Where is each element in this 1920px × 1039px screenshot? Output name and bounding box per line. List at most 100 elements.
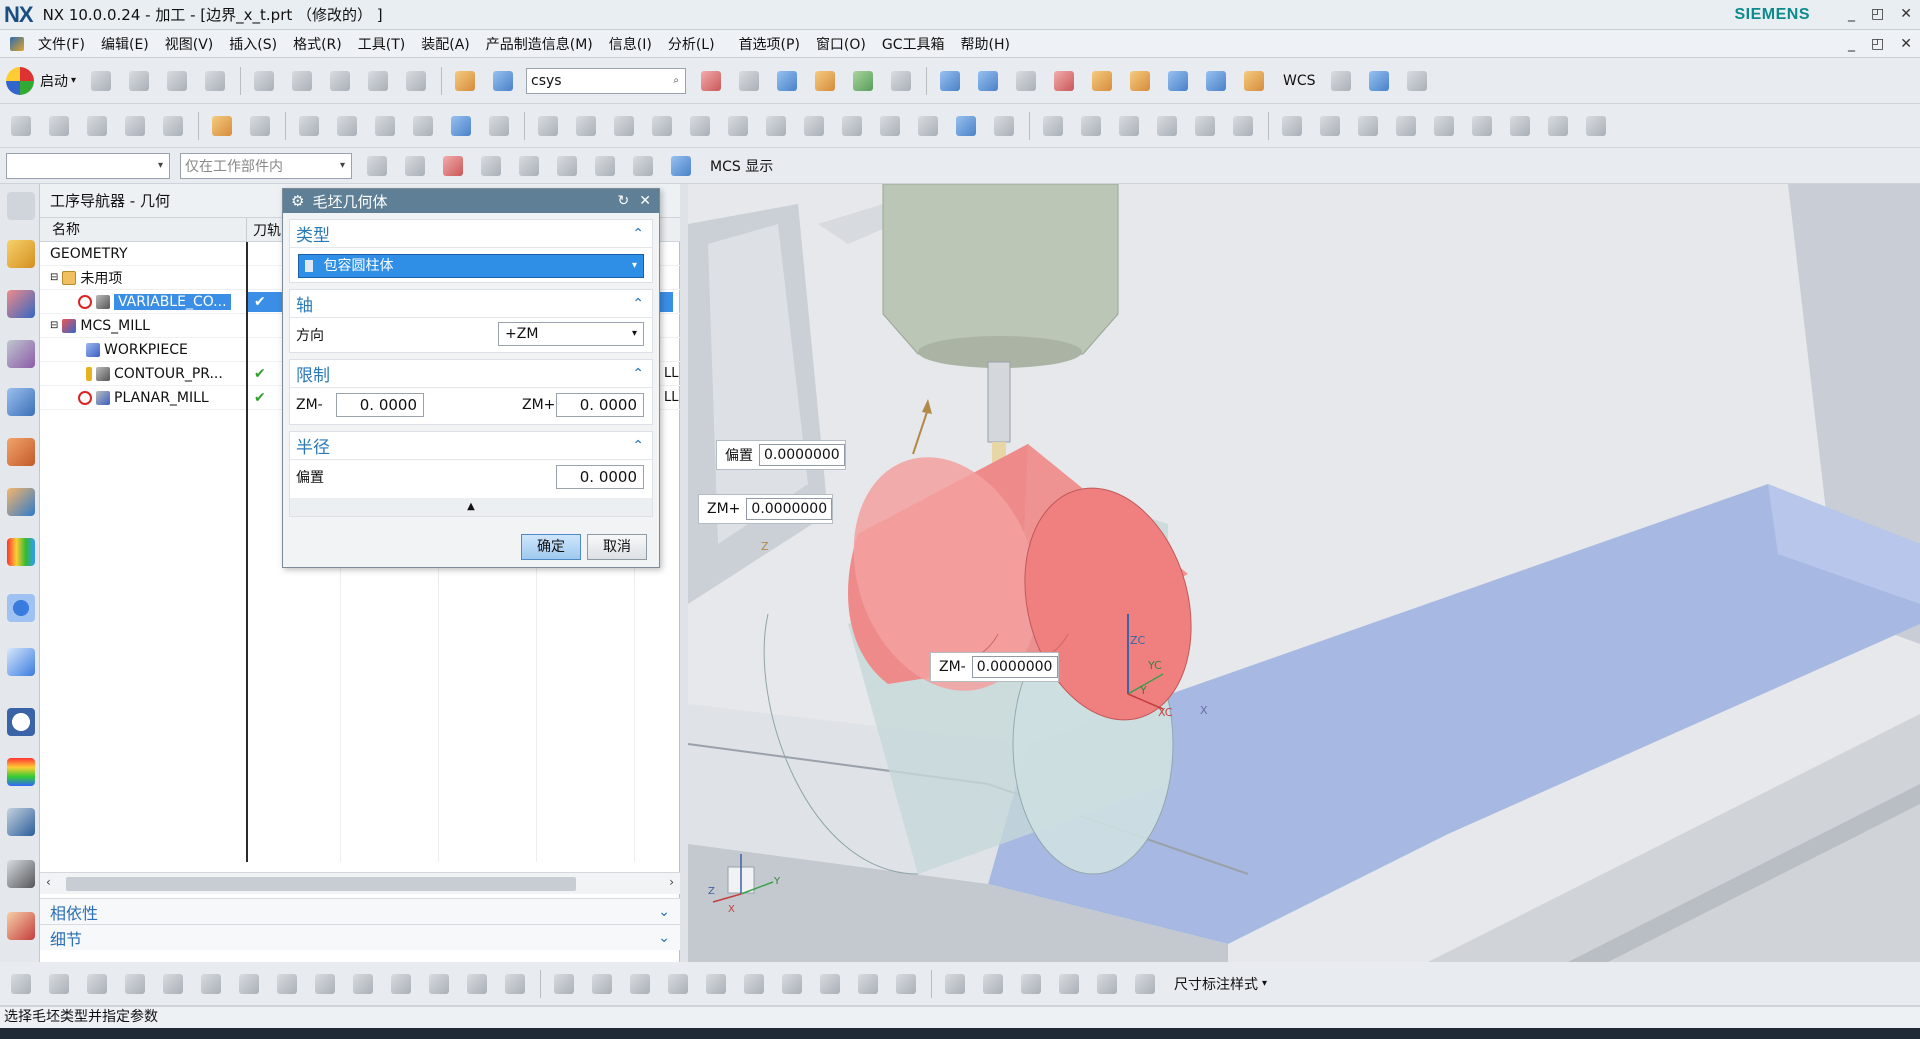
render-style-icon[interactable] — [734, 66, 764, 96]
link-icon[interactable] — [462, 969, 492, 999]
background-icon[interactable] — [886, 66, 916, 96]
object-display-icon[interactable] — [1228, 111, 1258, 141]
system-materials-icon[interactable] — [7, 912, 35, 940]
offset-input[interactable]: 0. 0000 — [556, 465, 644, 489]
part-icon[interactable] — [628, 151, 658, 181]
start-button[interactable]: 启动 ▾ — [6, 66, 76, 95]
ok-button[interactable]: 确定 — [521, 534, 581, 560]
zm-plus-input[interactable]: 0. 0000 — [556, 393, 644, 417]
type-section-header[interactable]: 类型 ⌃ — [290, 220, 652, 248]
mirror-icon[interactable] — [196, 969, 226, 999]
menu-window[interactable]: 窗口(O) — [808, 34, 874, 54]
menu-gc-toolbox[interactable]: GC工具箱 — [874, 34, 953, 54]
feeds-icon[interactable] — [1277, 111, 1307, 141]
pmi-view-4-icon[interactable] — [1054, 969, 1084, 999]
snap-icon[interactable] — [1087, 66, 1117, 96]
object-info-icon[interactable] — [1326, 66, 1356, 96]
pmi-gdt-icon[interactable] — [663, 969, 693, 999]
collapse-icon[interactable]: ⊟ — [50, 320, 58, 331]
object-copy-icon[interactable] — [1114, 111, 1144, 141]
palette-icon[interactable] — [207, 111, 237, 141]
pmi-weld-icon[interactable] — [739, 969, 769, 999]
copy-icon[interactable] — [287, 66, 317, 96]
generate-toolpath-icon[interactable] — [685, 111, 715, 141]
gear-icon[interactable] — [7, 192, 35, 220]
column-header-name[interactable]: 名称 — [40, 217, 247, 242]
fit-view-icon[interactable] — [696, 66, 726, 96]
pmi-datum-icon[interactable] — [625, 969, 655, 999]
fastener-icon[interactable] — [6, 969, 36, 999]
annotation-icon[interactable] — [332, 111, 362, 141]
measure-icon[interactable] — [1125, 66, 1155, 96]
minimize-button[interactable]: _ — [1848, 6, 1855, 22]
fit-tolerance-icon[interactable] — [1130, 969, 1160, 999]
quick-pick-icon[interactable] — [476, 151, 506, 181]
menu-info[interactable]: 信息(I) — [601, 34, 660, 54]
clock-icon[interactable] — [7, 708, 35, 736]
cylinder-icon[interactable] — [408, 111, 438, 141]
pmi-font-icon[interactable] — [891, 969, 921, 999]
pmi-balloon-icon[interactable] — [853, 969, 883, 999]
object-delete-icon[interactable] — [1152, 111, 1182, 141]
menu-insert[interactable]: 插入(S) — [221, 34, 285, 54]
axis-section-header[interactable]: 轴 ⌃ — [290, 290, 652, 318]
rotate-icon[interactable] — [1505, 111, 1535, 141]
pmi-view-2-icon[interactable] — [978, 969, 1008, 999]
palette-navigator-icon[interactable] — [7, 538, 35, 566]
tool-holder-icon[interactable] — [245, 111, 275, 141]
information-icon[interactable] — [1364, 66, 1394, 96]
postprocess-icon[interactable] — [837, 111, 867, 141]
wave-icon[interactable] — [424, 969, 454, 999]
menu-tools[interactable]: 工具(T) — [350, 34, 413, 54]
pmi-dimension-icon[interactable] — [549, 969, 579, 999]
pmi-view-3-icon[interactable] — [1016, 969, 1046, 999]
menu-help[interactable]: 帮助(H) — [953, 34, 1018, 54]
paste-icon[interactable] — [325, 66, 355, 96]
column-header-toolpath[interactable]: 刀轨 — [247, 220, 281, 240]
machine-tool-view-icon[interactable] — [571, 111, 601, 141]
robot-icon[interactable] — [7, 860, 35, 888]
constraint-navigator-icon[interactable] — [7, 290, 35, 318]
offset-screen-input[interactable]: 偏置 0.0000000 — [716, 440, 846, 470]
close-button[interactable]: ✕ — [1900, 6, 1912, 22]
save-icon[interactable] — [162, 66, 192, 96]
display-icon[interactable] — [1467, 111, 1497, 141]
doc-close-button[interactable]: ✕ — [1900, 36, 1912, 52]
csys-search-input[interactable]: csys ⌕ — [526, 67, 687, 94]
pmi-note-icon[interactable] — [587, 969, 617, 999]
cancel-button[interactable]: 取消 — [587, 534, 647, 560]
selection-scope-select[interactable]: 仅在工作部件内 ▾ — [180, 152, 352, 179]
new-file-icon[interactable] — [86, 66, 116, 96]
dialog-title-bar[interactable]: ⚙ 毛坯几何体 ↻ ✕ — [283, 189, 659, 213]
assembly-navigator-icon[interactable] — [7, 240, 35, 268]
image-icon[interactable] — [82, 969, 112, 999]
zm-minus-screen-value[interactable]: 0.0000000 — [971, 656, 1058, 678]
history-icon[interactable] — [7, 648, 35, 676]
clearance-icon[interactable] — [386, 969, 416, 999]
graphics-viewport[interactable]: ZC YC XC Y X Z Z Y X 偏置 0.0000000 ZM+ 0.… — [688, 184, 1920, 962]
dimension-style-dropdown[interactable]: 尺寸标注样式 — [1174, 974, 1258, 994]
more-options-toggle[interactable]: ▲ — [290, 498, 652, 516]
layer-settings-icon[interactable] — [1011, 66, 1041, 96]
replay-toolpath-icon[interactable] — [723, 111, 753, 141]
batch-icon[interactable] — [913, 111, 943, 141]
mcs-display-label[interactable]: MCS 显示 — [710, 156, 773, 176]
web-browser-icon[interactable] — [7, 594, 35, 622]
create-program-icon[interactable] — [6, 111, 36, 141]
snap-point-icon[interactable] — [438, 151, 468, 181]
radius-section-header[interactable]: 半径 ⌃ — [290, 432, 652, 460]
text-icon[interactable] — [1402, 66, 1432, 96]
info-window-icon[interactable] — [488, 66, 518, 96]
close-icon[interactable]: ✕ — [639, 193, 651, 209]
add-component-icon[interactable] — [120, 969, 150, 999]
object-info-2-icon[interactable] — [1190, 111, 1220, 141]
restore-button[interactable]: ◰ — [1871, 6, 1884, 22]
constraint-icon[interactable] — [272, 969, 302, 999]
filter-icon[interactable] — [400, 151, 430, 181]
doc-restore-button[interactable]: ◰ — [1871, 36, 1884, 52]
direction-select[interactable]: +ZM ▾ — [498, 322, 644, 346]
reset-icon[interactable]: ↻ — [618, 193, 630, 209]
menu-pmi[interactable]: 产品制造信息(M) — [478, 34, 601, 54]
select-all-icon[interactable] — [362, 151, 392, 181]
book-icon[interactable] — [446, 111, 476, 141]
